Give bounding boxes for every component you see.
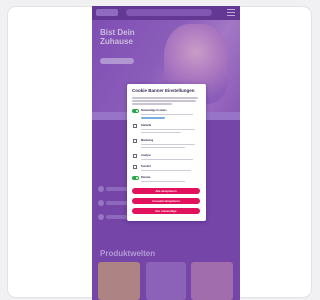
option-description bbox=[141, 114, 193, 116]
option-label: Analyse bbox=[141, 154, 151, 157]
option-label: Statistik bbox=[141, 124, 152, 127]
intro-text bbox=[132, 100, 196, 102]
accept-all-button[interactable]: Alle akzeptieren bbox=[132, 188, 200, 194]
option-description bbox=[141, 132, 181, 134]
checkbox-comfort[interactable] bbox=[133, 165, 137, 169]
dialog-title: Cookie Banner Einstellungen bbox=[132, 88, 195, 93]
option-description bbox=[141, 181, 185, 183]
toggle-necessary[interactable] bbox=[132, 109, 139, 113]
option-label: Dienste bbox=[141, 176, 151, 179]
details-link[interactable] bbox=[141, 117, 165, 119]
checkbox-statistics[interactable] bbox=[133, 124, 137, 128]
intro-text bbox=[132, 103, 172, 105]
option-description bbox=[141, 170, 191, 172]
accept-selected-button[interactable]: Auswahl akzeptieren bbox=[132, 198, 200, 204]
option-description bbox=[141, 147, 185, 149]
checkbox-marketing[interactable] bbox=[133, 139, 137, 143]
reject-button[interactable]: Nur notwendige bbox=[132, 208, 200, 214]
option-description bbox=[141, 144, 195, 146]
option-label: Notwendige Cookies bbox=[141, 109, 167, 112]
option-description bbox=[141, 129, 195, 131]
intro-text bbox=[132, 97, 198, 99]
option-label: Marketing bbox=[141, 139, 154, 142]
toggle-services[interactable] bbox=[132, 176, 139, 180]
checkbox-analytics[interactable] bbox=[133, 154, 137, 158]
option-label: Komfort bbox=[141, 165, 152, 168]
option-description bbox=[141, 159, 193, 161]
